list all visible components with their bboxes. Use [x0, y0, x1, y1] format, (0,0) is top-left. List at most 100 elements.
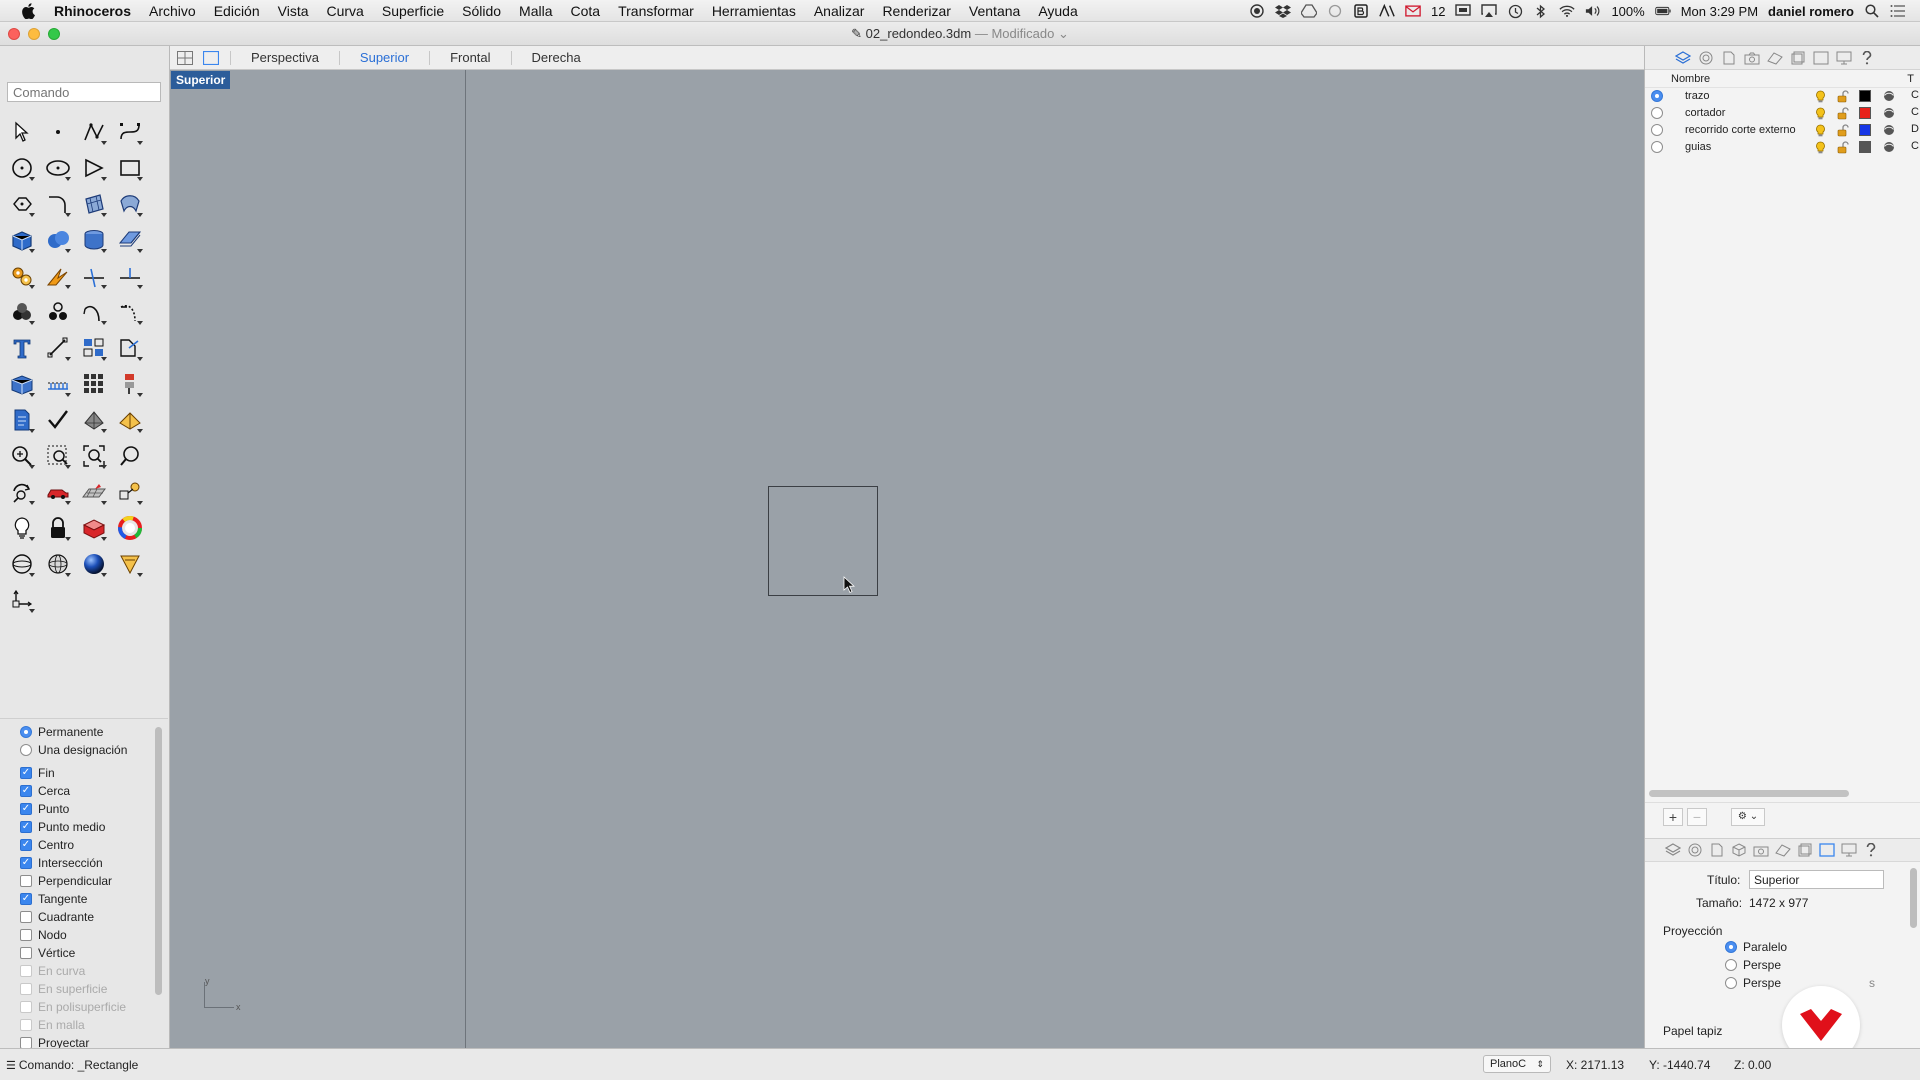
radio-single[interactable] — [20, 744, 32, 756]
layer-row[interactable]: cortador C — [1645, 105, 1920, 122]
gumball-icon[interactable] — [4, 582, 40, 618]
layers-column-name[interactable]: Nombre — [1671, 73, 1811, 85]
box-tool[interactable] — [4, 222, 40, 258]
layer-name[interactable]: recorrido corte externo — [1685, 124, 1796, 136]
transform-tool[interactable] — [112, 330, 148, 366]
menu-edicion[interactable]: Edición — [205, 3, 269, 19]
rendered-sphere-icon[interactable] — [76, 546, 112, 582]
radio-permanent[interactable] — [20, 726, 32, 738]
layer-color-swatch[interactable] — [1859, 124, 1871, 136]
array-tool[interactable] — [76, 330, 112, 366]
zoom-window-icon[interactable] — [4, 438, 40, 474]
polyline-tool[interactable] — [76, 114, 112, 150]
add-layer-button[interactable]: + — [1663, 807, 1683, 826]
time-machine-icon[interactable] — [1507, 3, 1523, 19]
menu-herramientas[interactable]: Herramientas — [703, 3, 805, 19]
split-tool[interactable] — [112, 258, 148, 294]
menu-curva[interactable]: Curva — [318, 3, 373, 19]
history-tool[interactable] — [112, 366, 148, 402]
select-tool[interactable] — [4, 114, 40, 150]
check-tool[interactable] — [40, 402, 76, 438]
viewport-panel-icon[interactable] — [1819, 842, 1835, 858]
osnap-item[interactable]: Vértice — [0, 944, 168, 962]
layers-column-extra[interactable]: T — [1907, 73, 1914, 85]
osnap-checkbox[interactable]: ✓ — [20, 893, 32, 905]
materials-icon[interactable] — [76, 510, 112, 546]
tab-superior[interactable]: Superior — [338, 50, 429, 65]
projection-two-point-option[interactable]: Perspe — [1725, 976, 1781, 990]
layers-icon[interactable] — [1675, 50, 1691, 66]
menu-superficie[interactable]: Superficie — [373, 3, 453, 19]
layer-name[interactable]: guias — [1685, 141, 1711, 153]
volume-icon[interactable] — [1585, 3, 1601, 19]
osnap-checkbox[interactable]: ✓ — [20, 785, 32, 797]
grid-array-tool[interactable] — [76, 366, 112, 402]
osnap-checkbox[interactable]: ✓ — [20, 839, 32, 851]
ellipse-tool[interactable] — [40, 150, 76, 186]
wifi-icon[interactable] — [1559, 3, 1576, 19]
display-panel-icon[interactable] — [1836, 50, 1852, 66]
unlock-icon[interactable] — [1837, 90, 1849, 106]
osnap-item[interactable]: ✓ Intersección — [0, 854, 168, 872]
render-tool-icon[interactable] — [112, 546, 148, 582]
layers-icon[interactable] — [1665, 842, 1681, 858]
extrude-tool[interactable] — [76, 222, 112, 258]
camera-icon[interactable] — [1744, 50, 1760, 66]
layer-color-swatch[interactable] — [1859, 141, 1871, 153]
menu-ayuda[interactable]: Ayuda — [1029, 3, 1086, 19]
drive-icon[interactable] — [1300, 3, 1317, 19]
layer-state-icon[interactable] — [1797, 842, 1813, 858]
trim-tool[interactable] — [76, 258, 112, 294]
osnap-item[interactable]: En curva — [0, 962, 168, 980]
rotate-view-icon[interactable] — [4, 474, 40, 510]
radio-parallel[interactable] — [1725, 941, 1737, 953]
menu-transformar[interactable]: Transformar — [609, 3, 703, 19]
sweep-tool[interactable] — [112, 186, 148, 222]
menu-analizar[interactable]: Analizar — [805, 3, 874, 19]
layer-options-button[interactable]: ⚙ ⌄ — [1731, 807, 1765, 826]
layer-color-swatch[interactable] — [1859, 107, 1871, 119]
record-icon[interactable] — [1249, 3, 1265, 19]
osnap-item[interactable]: ✓ Tangente — [0, 890, 168, 908]
projection-parallel-option[interactable]: Paralelo — [1725, 940, 1787, 954]
fillet-tool[interactable] — [40, 186, 76, 222]
bear-icon[interactable] — [1353, 3, 1369, 19]
arc-blend-tool[interactable] — [76, 294, 112, 330]
car-render-icon[interactable] — [40, 474, 76, 510]
layers-horizontal-scrollbar[interactable] — [1649, 790, 1849, 797]
osnap-item[interactable]: Perpendicular — [0, 872, 168, 890]
circle-tool[interactable] — [4, 150, 40, 186]
apple-icon[interactable] — [20, 2, 38, 19]
polygon-tool[interactable] — [76, 150, 112, 186]
osnap-item[interactable]: En polisuperficie — [0, 998, 168, 1016]
command-history[interactable]: ☰ Comando: _Rectangle — [6, 1058, 138, 1072]
osnap-item[interactable]: En superficie — [0, 980, 168, 998]
osnap-item[interactable]: ✓ Fin — [0, 764, 168, 782]
osnap-checkbox[interactable] — [20, 929, 32, 941]
surface-tool[interactable] — [76, 186, 112, 222]
point-tool[interactable] — [40, 114, 76, 150]
mail-icon[interactable] — [1405, 3, 1421, 19]
rectangle-curve[interactable] — [768, 486, 878, 596]
window-title[interactable]: ✎ 02_redondeo.3dm — Modificado ⌄ — [0, 26, 1920, 42]
block-tool[interactable] — [4, 366, 40, 402]
current-layer-radio[interactable] — [1651, 107, 1663, 119]
ghosted-sphere-icon[interactable] — [40, 546, 76, 582]
document-icon[interactable] — [1709, 842, 1725, 858]
zoom-selected-icon[interactable] — [76, 438, 112, 474]
osnap-checkbox[interactable] — [20, 875, 32, 887]
osnap-item[interactable]: ✓ Centro — [0, 836, 168, 854]
viewport-title-label[interactable]: Superior — [171, 71, 231, 89]
render-settings-icon[interactable] — [1775, 842, 1791, 858]
material-sphere-icon[interactable] — [1883, 141, 1895, 156]
menu-malla[interactable]: Malla — [510, 3, 561, 19]
adobe-icon[interactable] — [1379, 3, 1395, 19]
cube-icon[interactable] — [1731, 842, 1747, 858]
unlock-icon[interactable] — [1837, 141, 1849, 157]
menu-archivo[interactable]: Archivo — [140, 3, 205, 19]
menu-ventana[interactable]: Ventana — [960, 3, 1029, 19]
named-views-icon[interactable] — [112, 474, 148, 510]
layer-state-icon[interactable] — [1790, 50, 1806, 66]
material-sphere-icon[interactable] — [1883, 124, 1895, 139]
osnap-item[interactable]: Nodo — [0, 926, 168, 944]
